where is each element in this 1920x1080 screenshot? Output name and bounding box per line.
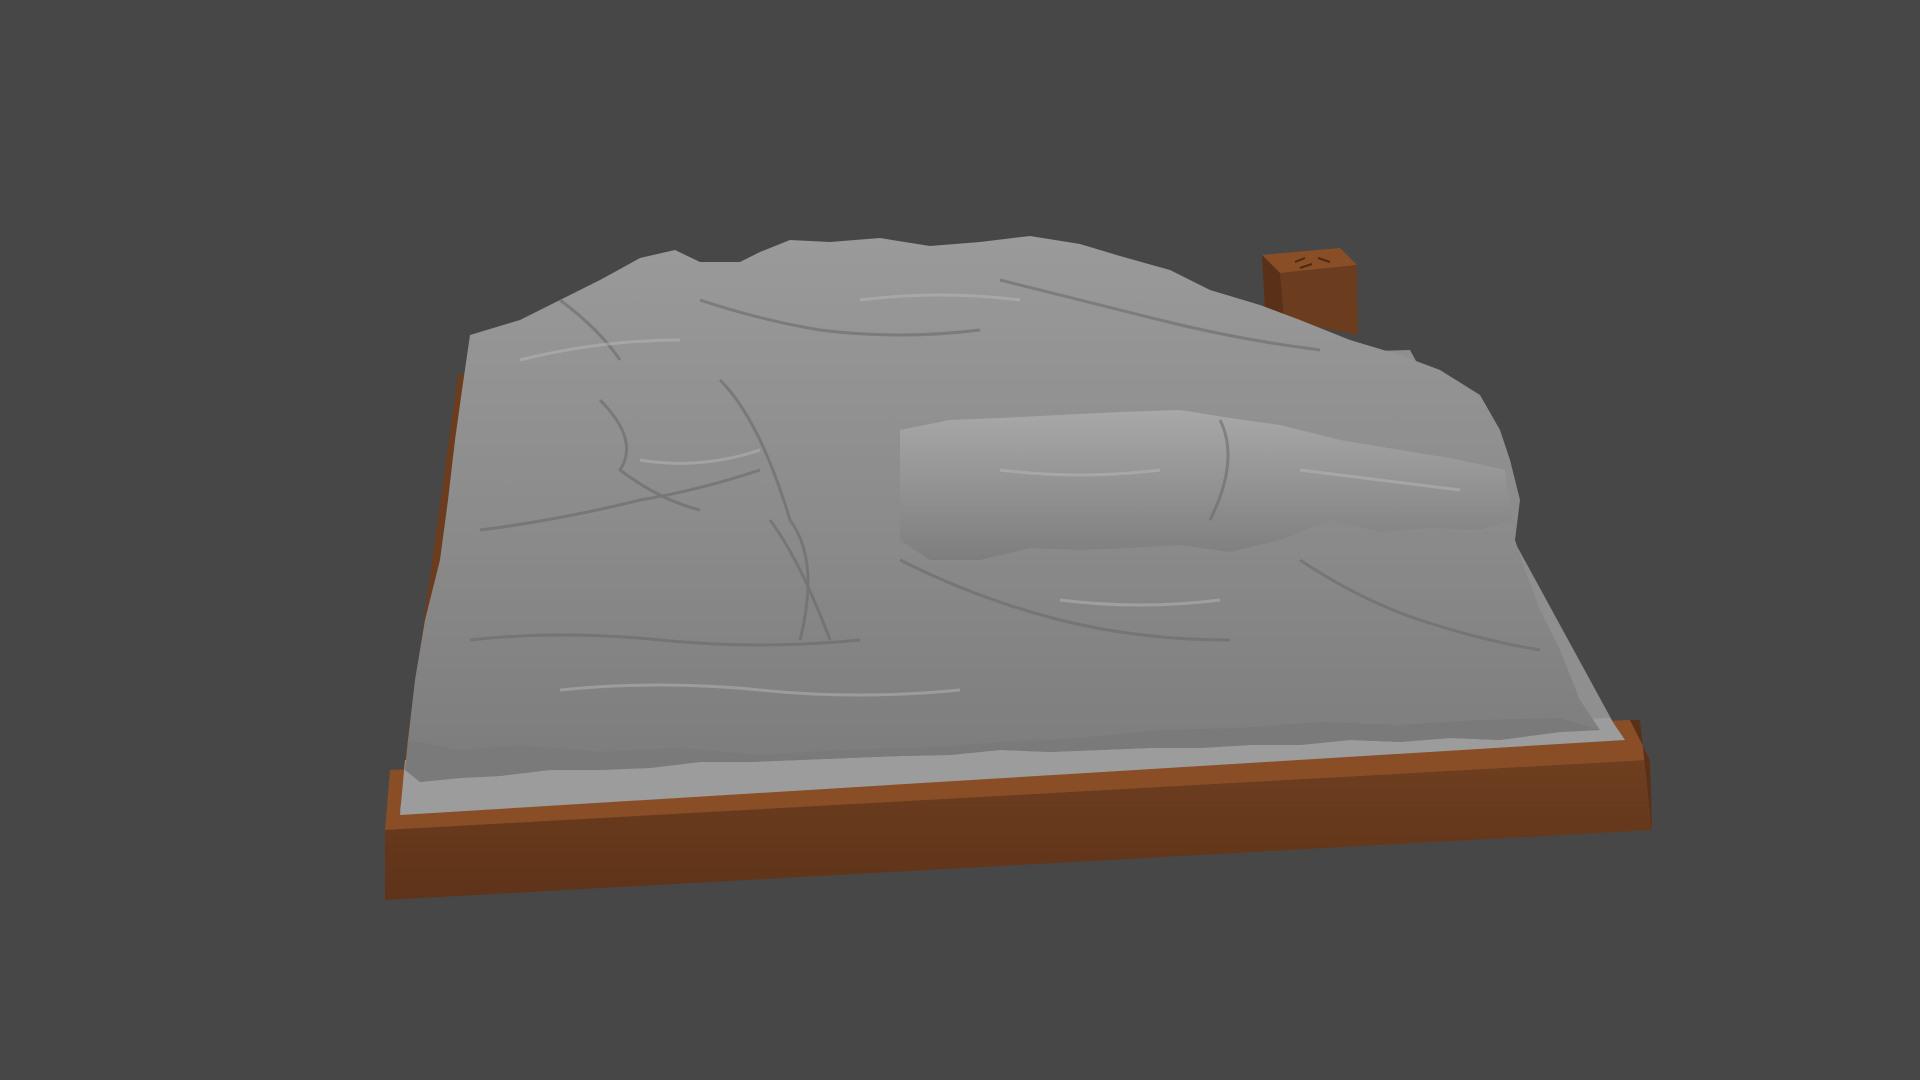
terrain-scene	[385, 236, 1652, 900]
3d-viewport[interactable]	[0, 0, 1920, 1080]
terrain-mesh	[405, 236, 1600, 782]
